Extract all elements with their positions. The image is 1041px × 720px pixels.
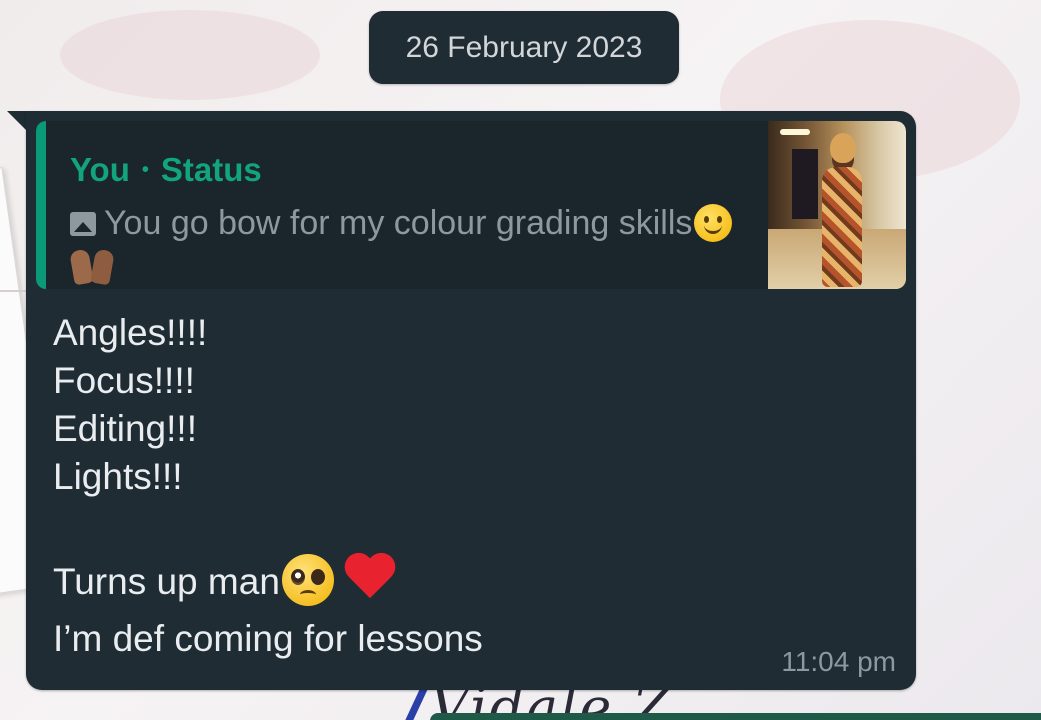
wallpaper-blob [60,10,320,100]
message-line: Angles!!!! [53,312,208,353]
status-thumbnail[interactable] [768,121,906,289]
quote-separator: • [141,158,149,181]
quote-caption: You go bow for my colour grading skills [104,204,693,242]
quote-text: You go bow for my colour grading skills [69,201,760,289]
message-line: Focus!!!! [53,360,195,401]
slightly-smiling-face-emoji-icon [694,204,733,242]
message-line: Editing!!! [53,408,197,449]
palms-up-together-emoji-icon [69,248,115,286]
quoted-status-reply[interactable]: You • Status You go bow for my colour gr… [36,121,906,289]
message-bubble[interactable]: You • Status You go bow for my colour gr… [26,111,916,690]
wallpaper-green-bar [430,713,1041,720]
thumbnail-person-head [830,133,856,163]
thumbnail-ceiling-light [780,129,810,135]
message-line: Lights!!! [53,456,183,497]
red-heart-emoji-icon [342,554,398,604]
quote-accent-bar [36,121,46,289]
message-line-with-emoji: Turns up man [53,549,483,615]
quote-title: You • Status [70,151,262,189]
message-timestamp: 11:04 pm [781,646,896,677]
thumbnail-doorway [792,149,818,219]
pleading-face-emoji-icon [281,554,334,606]
message-line: I’m def coming for lessons [53,618,483,659]
date-chip: 26 February 2023 [369,11,679,84]
message-text: Angles!!!! Focus!!!! Editing!!! Lights!!… [53,309,483,663]
quote-author: You [70,151,130,188]
message-line: Turns up man [53,561,280,602]
thumbnail-person-body [822,167,862,287]
quote-source: Status [160,151,262,188]
photo-icon [70,212,96,236]
